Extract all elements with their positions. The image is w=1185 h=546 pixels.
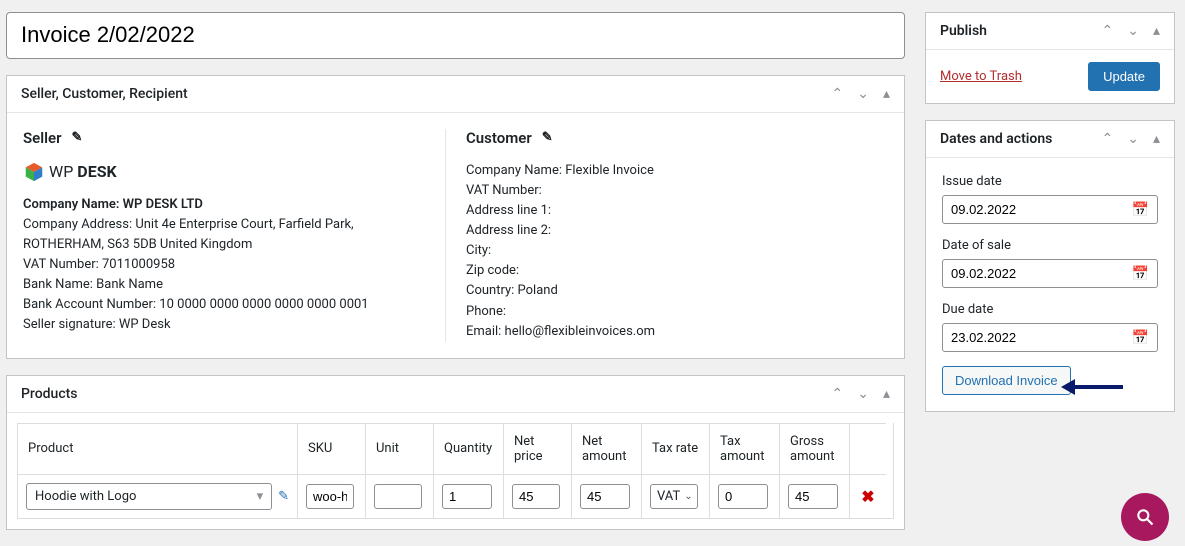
publish-header: Publish ⌃ ⌄ ▴ — [926, 13, 1174, 50]
col-actions — [850, 423, 886, 474]
seller-vat: VAT Number: 7011000958 — [23, 255, 429, 275]
chevron-down-icon[interactable]: ⌄ — [1127, 132, 1139, 146]
seller-bank-account: Bank Account Number: 10 0000 0000 0000 0… — [23, 295, 429, 315]
products-table: Product SKU Unit Quantity Net price Net … — [17, 423, 894, 519]
due-date-input[interactable] — [943, 324, 1132, 351]
annotation-arrow — [1061, 380, 1123, 394]
col-tax-amount: Tax amount — [710, 423, 780, 474]
due-date-label: Due date — [942, 302, 1158, 317]
customer-city: City: — [466, 241, 872, 261]
col-quantity: Quantity — [434, 423, 504, 474]
update-button[interactable]: Update — [1088, 62, 1160, 91]
sku-input[interactable] — [306, 484, 354, 509]
chevron-up-icon[interactable]: ⌃ — [1102, 132, 1114, 146]
due-date-field[interactable]: 📅 — [942, 323, 1158, 352]
pencil-icon[interactable]: ✎ — [72, 130, 83, 145]
tax-amount-input[interactable] — [718, 484, 768, 509]
seller-customer-header: Seller, Customer, Recipient ⌃ ⌄ ▴ — [7, 76, 904, 113]
calendar-icon[interactable]: 📅 — [1132, 202, 1149, 218]
chevron-up-icon[interactable]: ⌃ — [832, 387, 844, 401]
product-selected: Hoodie with Logo — [35, 489, 136, 504]
chevron-down-icon[interactable]: ⌄ — [857, 87, 869, 101]
col-net-amount: Net amount — [572, 423, 642, 474]
caret-up-icon[interactable]: ▴ — [1153, 24, 1160, 38]
download-invoice-button[interactable]: Download Invoice — [942, 366, 1071, 395]
dates-title: Dates and actions — [940, 131, 1052, 147]
invoice-title-input[interactable] — [6, 12, 905, 59]
customer-addr2: Address line 2: — [466, 221, 872, 241]
net-price-input[interactable] — [512, 484, 560, 509]
customer-email: Email: hello@flexibleinvoices.om — [466, 322, 872, 342]
seller-bank-name: Bank Name: Bank Name — [23, 275, 429, 295]
col-unit: Unit — [366, 423, 434, 474]
seller-company-name: WP DESK LTD — [123, 197, 203, 212]
gross-amount-input[interactable] — [788, 484, 838, 509]
seller-company-label: Company Name: — [23, 197, 119, 212]
products-title: Products — [21, 386, 78, 402]
issue-date-label: Issue date — [942, 174, 1158, 189]
caret-up-icon[interactable]: ▴ — [883, 387, 890, 401]
chevron-up-icon[interactable]: ⌃ — [1102, 24, 1114, 38]
seller-address: Company Address: Unit 4e Enterprise Cour… — [23, 215, 429, 255]
col-net-price: Net price — [504, 423, 572, 474]
calendar-icon[interactable]: 📅 — [1132, 266, 1149, 282]
seller-signature: Seller signature: WP Desk — [23, 315, 429, 335]
quantity-input[interactable] — [442, 484, 492, 509]
col-gross-amount: Gross amount — [780, 423, 850, 474]
tax-rate-value: VAT — [657, 489, 680, 504]
seller-customer-title: Seller, Customer, Recipient — [21, 86, 188, 102]
dates-actions-box: Dates and actions ⌃ ⌄ ▴ Issue date 📅 Dat… — [925, 120, 1175, 412]
products-box: Products ⌃ ⌄ ▴ Product SKU Unit Quantity… — [6, 375, 905, 530]
table-row: Hoodie with Logo ▾ ✎ — [18, 474, 893, 518]
sale-date-label: Date of sale — [942, 238, 1158, 253]
calendar-icon[interactable]: 📅 — [1132, 330, 1149, 346]
cube-icon — [23, 161, 45, 183]
search-fab[interactable] — [1121, 493, 1169, 541]
chevron-down-icon[interactable]: ⌄ — [857, 387, 869, 401]
customer-vat: VAT Number: — [466, 181, 872, 201]
unit-input[interactable] — [374, 484, 422, 509]
col-sku: SKU — [298, 423, 366, 474]
publish-title: Publish — [940, 23, 987, 39]
customer-phone: Phone: — [466, 302, 872, 322]
customer-addr1: Address line 1: — [466, 201, 872, 221]
pencil-icon[interactable]: ✎ — [542, 130, 553, 145]
tax-rate-select[interactable]: VAT ⌄ — [650, 484, 698, 509]
col-product: Product — [18, 423, 298, 474]
sale-date-field[interactable]: 📅 — [942, 259, 1158, 288]
move-to-trash-link[interactable]: Move to Trash — [940, 69, 1022, 84]
seller-customer-box: Seller, Customer, Recipient ⌃ ⌄ ▴ Seller… — [6, 75, 905, 359]
customer-country: Country: Poland — [466, 281, 872, 301]
sale-date-input[interactable] — [943, 260, 1132, 287]
customer-zip: Zip code: — [466, 261, 872, 281]
delete-row-icon[interactable]: ✖ — [861, 487, 874, 506]
caret-up-icon[interactable]: ▴ — [883, 87, 890, 101]
pencil-icon[interactable]: ✎ — [278, 489, 289, 504]
seller-logo: WPDESK — [23, 161, 429, 183]
net-amount-input[interactable] — [580, 484, 630, 509]
table-header-row: Product SKU Unit Quantity Net price Net … — [18, 423, 893, 474]
issue-date-field[interactable]: 📅 — [942, 195, 1158, 224]
seller-heading: Seller — [23, 129, 62, 147]
chevron-down-icon: ⌄ — [684, 491, 692, 502]
magnifier-icon — [1135, 507, 1155, 527]
issue-date-input[interactable] — [943, 196, 1132, 223]
product-select[interactable]: Hoodie with Logo ▾ — [26, 483, 272, 510]
caret-up-icon[interactable]: ▴ — [1153, 132, 1160, 146]
products-header: Products ⌃ ⌄ ▴ — [7, 376, 904, 413]
caret-down-icon: ▾ — [257, 489, 264, 504]
col-tax-rate: Tax rate — [642, 423, 710, 474]
customer-company: Company Name: Flexible Invoice — [466, 161, 872, 181]
chevron-up-icon[interactable]: ⌃ — [832, 87, 844, 101]
publish-box: Publish ⌃ ⌄ ▴ Move to Trash Update — [925, 12, 1175, 104]
customer-heading: Customer — [466, 129, 532, 147]
dates-header: Dates and actions ⌃ ⌄ ▴ — [926, 121, 1174, 158]
chevron-down-icon[interactable]: ⌄ — [1127, 24, 1139, 38]
